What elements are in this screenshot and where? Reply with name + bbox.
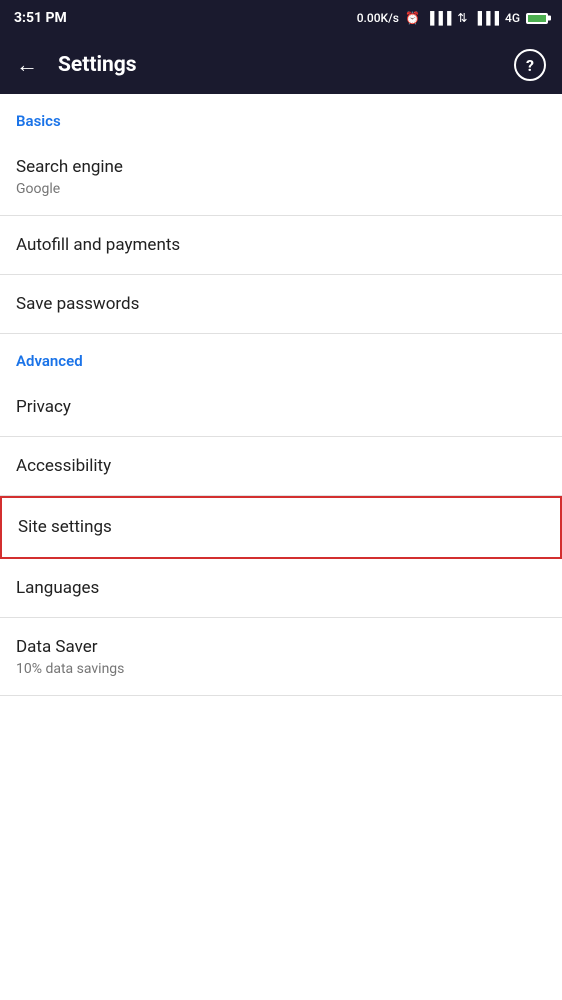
app-header: ← Settings ? (0, 36, 562, 94)
alarm-icon: ⏰ (405, 11, 420, 25)
settings-item-data-saver[interactable]: Data Saver 10% data savings (0, 618, 562, 696)
search-engine-subtitle: Google (16, 181, 546, 197)
autofill-title: Autofill and payments (16, 234, 546, 256)
back-button[interactable]: ← (16, 52, 38, 78)
signal-icon-2: ▐▐▐ (473, 11, 499, 25)
status-center: 0.00K/s ⏰ ▐▐▐ ⇅ ▐▐▐ 4G (357, 11, 548, 25)
help-button[interactable]: ? (514, 49, 546, 81)
data-saver-title: Data Saver (16, 636, 546, 658)
settings-item-save-passwords[interactable]: Save passwords (0, 275, 562, 334)
network-speed: 0.00K/s (357, 11, 399, 25)
status-time: 3:51 PM (14, 10, 67, 26)
languages-title: Languages (16, 577, 546, 599)
site-settings-title: Site settings (18, 516, 544, 538)
settings-item-autofill[interactable]: Autofill and payments (0, 216, 562, 275)
privacy-title: Privacy (16, 396, 546, 418)
save-passwords-title: Save passwords (16, 293, 546, 315)
settings-item-search-engine[interactable]: Search engine Google (0, 138, 562, 216)
page-title: Settings (58, 53, 514, 77)
signal-icon: ▐▐▐ (426, 11, 452, 25)
settings-item-accessibility[interactable]: Accessibility (0, 437, 562, 496)
settings-item-languages[interactable]: Languages (0, 559, 562, 618)
section-header-basics: Basics (0, 94, 562, 138)
settings-item-site-settings[interactable]: Site settings (0, 496, 562, 558)
network-type: 4G (505, 11, 520, 25)
battery-icon (526, 13, 548, 24)
accessibility-title: Accessibility (16, 455, 546, 477)
settings-item-privacy[interactable]: Privacy (0, 378, 562, 437)
data-transfer-icon: ⇅ (457, 11, 467, 25)
data-saver-subtitle: 10% data savings (16, 661, 546, 677)
section-header-advanced: Advanced (0, 334, 562, 378)
settings-content: Basics Search engine Google Autofill and… (0, 94, 562, 696)
search-engine-title: Search engine (16, 156, 546, 178)
status-bar: 3:51 PM 0.00K/s ⏰ ▐▐▐ ⇅ ▐▐▐ 4G (0, 0, 562, 36)
